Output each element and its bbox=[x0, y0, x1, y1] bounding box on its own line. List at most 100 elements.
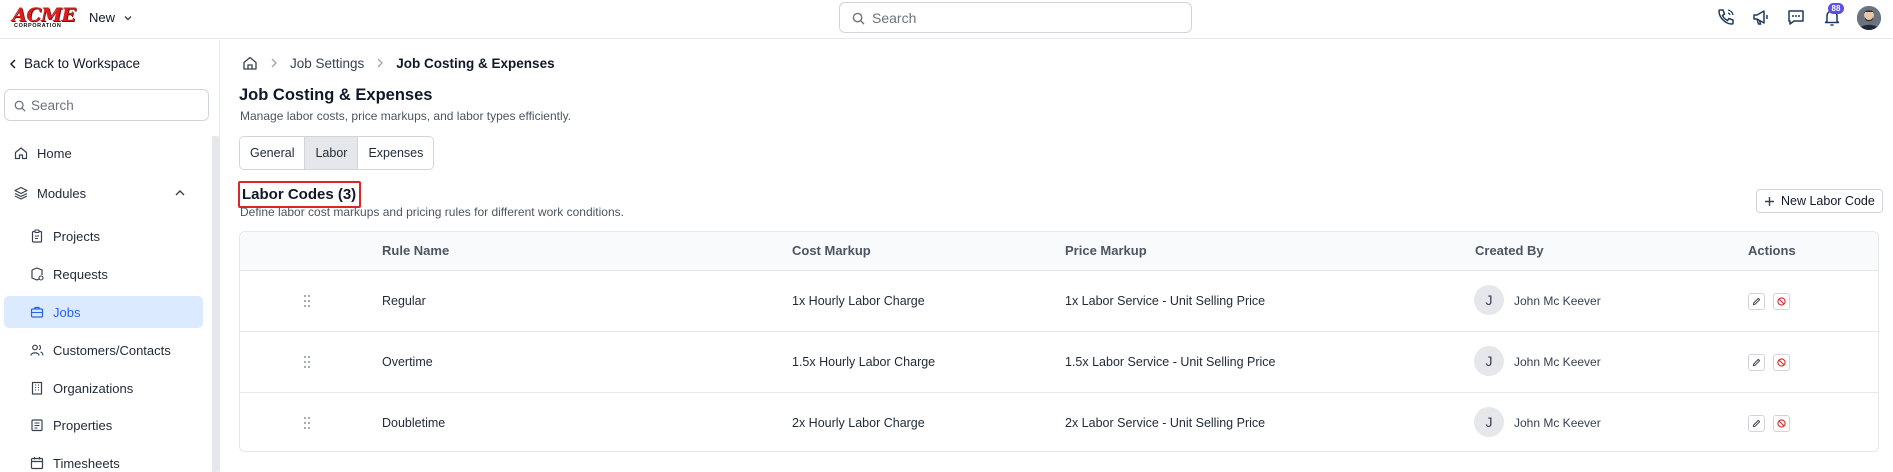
new-menu-button[interactable]: New bbox=[89, 10, 133, 25]
new-labor-code-button[interactable]: New Labor Code bbox=[1756, 189, 1883, 213]
sidebar-item-timesheets[interactable]: Timesheets bbox=[4, 447, 203, 472]
chat-icon[interactable] bbox=[1786, 7, 1806, 30]
tab-expenses[interactable]: Expenses bbox=[358, 137, 434, 169]
labor-codes-title: Labor Codes (3) bbox=[238, 181, 362, 208]
chevron-right-icon bbox=[377, 58, 384, 68]
search-icon bbox=[14, 100, 26, 112]
main-content: Job Settings Job Costing & Expenses Job … bbox=[221, 40, 1893, 472]
column-header-created-by[interactable]: Created By bbox=[1475, 243, 1544, 258]
sidebar-item-label: Properties bbox=[53, 417, 113, 433]
back-to-workspace-link[interactable]: Back to Workspace bbox=[9, 56, 140, 71]
sidebar-item-label: Projects bbox=[53, 228, 100, 244]
table-header: Rule Name Cost Markup Price Markup Creat… bbox=[240, 232, 1878, 271]
edit-button[interactable] bbox=[1748, 354, 1765, 371]
home-icon bbox=[14, 147, 28, 160]
edit-button[interactable] bbox=[1748, 415, 1765, 432]
sidebar-search-input[interactable] bbox=[31, 96, 201, 114]
rule-name-cell: Doubletime bbox=[382, 416, 446, 430]
sidebar-item-jobs[interactable]: Jobs bbox=[4, 296, 203, 328]
ban-icon bbox=[1777, 297, 1786, 306]
sidebar-search[interactable] bbox=[4, 89, 209, 121]
rule-name-cell: Overtime bbox=[382, 355, 433, 369]
table-row[interactable]: Doubletime 2x Hourly Labor Charge 2x Lab… bbox=[240, 393, 1878, 451]
rule-name-cell: Regular bbox=[382, 294, 426, 308]
global-search[interactable] bbox=[839, 2, 1192, 33]
chevron-down-icon bbox=[124, 15, 132, 20]
chevron-up-icon[interactable] bbox=[174, 187, 186, 199]
sidebar-item-home[interactable]: Home bbox=[4, 137, 203, 169]
pencil-icon bbox=[1752, 297, 1761, 306]
back-to-workspace-label: Back to Workspace bbox=[24, 56, 141, 71]
creator-avatar: J bbox=[1474, 285, 1504, 315]
cost-markup-cell: 1.5x Hourly Labor Charge bbox=[792, 355, 936, 369]
breadcrumb-current: Job Costing & Expenses bbox=[396, 55, 555, 71]
logo-subtext: CORPORATION bbox=[14, 23, 62, 29]
tab-labor[interactable]: Labor bbox=[305, 137, 359, 169]
user-photo-icon bbox=[1857, 6, 1881, 30]
plus-icon bbox=[1765, 196, 1774, 206]
creator-avatar: J bbox=[1474, 346, 1504, 376]
pencil-icon bbox=[1752, 358, 1761, 367]
price-markup-cell: 1.5x Labor Service - Unit Selling Price bbox=[1065, 355, 1276, 369]
sidebar-item-properties[interactable]: Properties bbox=[4, 409, 203, 441]
sidebar-item-modules[interactable]: Modules bbox=[4, 177, 203, 209]
briefcase-icon bbox=[30, 306, 44, 318]
column-header-price-markup[interactable]: Price Markup bbox=[1065, 243, 1147, 258]
chevron-left-icon bbox=[10, 59, 16, 68]
global-search-input[interactable] bbox=[872, 8, 1172, 28]
sidebar-item-label: Customers/Contacts bbox=[53, 342, 171, 358]
pencil-icon bbox=[1752, 419, 1761, 428]
sidebar-item-label: Timesheets bbox=[53, 455, 120, 471]
edit-button[interactable] bbox=[1748, 293, 1765, 310]
disable-button[interactable] bbox=[1773, 415, 1790, 432]
cost-markup-cell: 2x Hourly Labor Charge bbox=[792, 416, 925, 430]
labor-codes-subtitle: Define labor cost markups and pricing ru… bbox=[240, 205, 624, 219]
search-icon bbox=[852, 12, 865, 25]
request-icon bbox=[31, 267, 44, 281]
sidebar-item-projects[interactable]: Projects bbox=[4, 220, 203, 252]
property-icon bbox=[31, 419, 43, 432]
sidebar-item-requests[interactable]: Requests bbox=[4, 258, 203, 290]
breadcrumb-job-settings[interactable]: Job Settings bbox=[290, 56, 364, 71]
sidebar-scrollbar[interactable] bbox=[212, 136, 219, 472]
sidebar: Back to Workspace Home Modules Projects … bbox=[0, 40, 220, 472]
acme-logo[interactable]: ACME CORPORATION bbox=[12, 4, 76, 29]
column-header-actions: Actions bbox=[1748, 243, 1796, 258]
creator-name-cell: John Mc Keever bbox=[1514, 355, 1601, 369]
new-menu-label: New bbox=[89, 10, 116, 25]
table-row[interactable]: Regular 1x Hourly Labor Charge 1x Labor … bbox=[240, 271, 1878, 332]
price-markup-cell: 2x Labor Service - Unit Selling Price bbox=[1065, 416, 1266, 430]
layers-icon bbox=[14, 186, 28, 200]
disable-button[interactable] bbox=[1773, 354, 1790, 371]
logo-text: ACME bbox=[12, 4, 76, 26]
megaphone-icon[interactable] bbox=[1751, 7, 1771, 30]
creator-avatar: J bbox=[1474, 407, 1504, 437]
building-icon bbox=[31, 381, 43, 395]
table-row[interactable]: Overtime 1.5x Hourly Labor Charge 1.5x L… bbox=[240, 332, 1878, 393]
tab-group: General Labor Expenses bbox=[239, 136, 435, 170]
clipboard-icon bbox=[31, 229, 43, 243]
column-header-rule-name[interactable]: Rule Name bbox=[382, 243, 449, 258]
users-icon bbox=[30, 344, 44, 356]
user-avatar[interactable] bbox=[1857, 6, 1881, 30]
tab-general[interactable]: General bbox=[240, 137, 306, 169]
sidebar-item-label: Home bbox=[37, 145, 72, 161]
top-bar: ACME CORPORATION New 88 bbox=[0, 0, 1893, 39]
ban-icon bbox=[1777, 419, 1786, 428]
drag-handle-icon[interactable] bbox=[303, 416, 311, 430]
labor-codes-table: Rule Name Cost Markup Price Markup Creat… bbox=[239, 231, 1879, 452]
creator-name-cell: John Mc Keever bbox=[1514, 294, 1601, 308]
cost-markup-cell: 1x Hourly Labor Charge bbox=[792, 294, 925, 308]
home-icon[interactable] bbox=[242, 55, 258, 71]
notification-badge: 88 bbox=[1828, 3, 1844, 14]
sidebar-item-customers-contacts[interactable]: Customers/Contacts bbox=[4, 334, 203, 366]
breadcrumb: Job Settings Job Costing & Expenses bbox=[242, 55, 555, 71]
creator-name-cell: John Mc Keever bbox=[1514, 416, 1601, 430]
sidebar-item-organizations[interactable]: Organizations bbox=[4, 372, 203, 404]
column-header-cost-markup[interactable]: Cost Markup bbox=[792, 243, 871, 258]
sidebar-item-label: Requests bbox=[53, 266, 108, 282]
disable-button[interactable] bbox=[1773, 293, 1790, 310]
drag-handle-icon[interactable] bbox=[303, 355, 311, 369]
drag-handle-icon[interactable] bbox=[303, 294, 311, 308]
phone-icon[interactable] bbox=[1716, 7, 1736, 30]
